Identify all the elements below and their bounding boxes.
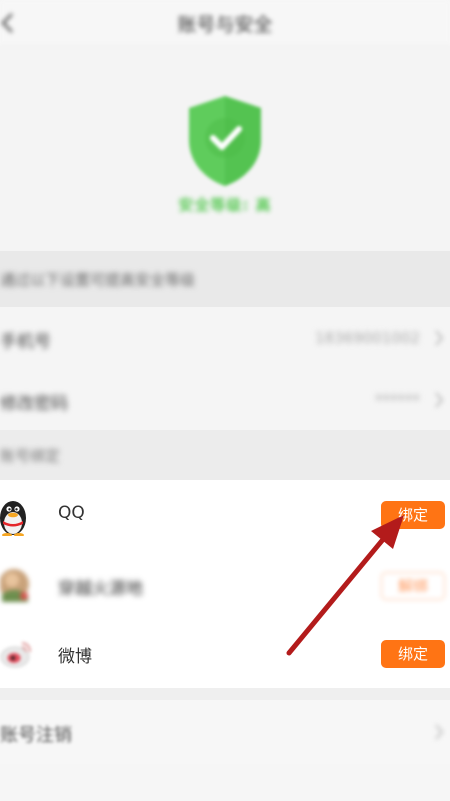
bind-weibo-button[interactable]: 绑定: [381, 640, 445, 668]
section-divider: [0, 688, 450, 700]
bind-qq-button[interactable]: 绑定: [381, 501, 445, 529]
game-account-label: 穿越火源地: [58, 579, 143, 599]
hint-bar: 通过以下设置可提高安全等级: [0, 251, 450, 307]
password-label: 修改密码: [0, 394, 68, 414]
unbind-game-button[interactable]: 解绑: [381, 572, 445, 600]
list-item-game: 穿越火源地 解绑: [0, 550, 450, 619]
security-status-panel: 安全等级: 高: [0, 47, 450, 251]
binding-section-label: 账号绑定: [0, 447, 61, 465]
qq-penguin-icon: [0, 501, 26, 536]
chevron-right-icon: [435, 724, 444, 740]
game-avatar-icon: [0, 569, 29, 602]
chevron-right-icon: [435, 392, 444, 408]
list-item-weibo: 微博 绑定: [0, 620, 450, 689]
binding-list: QQ 绑定 穿越火源地 解绑 微博 绑定: [0, 480, 450, 688]
phone-label: 手机号: [0, 332, 51, 352]
binding-section-header: 账号绑定: [0, 430, 450, 480]
list-item-qq: QQ 绑定: [0, 480, 450, 549]
account-cancel-row[interactable]: 账号注销: [0, 700, 450, 764]
weibo-icon: [0, 642, 31, 668]
phone-row[interactable]: 手机号 18369001002: [0, 307, 450, 370]
hint-text: 通过以下设置可提高安全等级: [0, 271, 196, 289]
phone-value: 18369001002: [315, 329, 420, 347]
nav-header: 账号与安全: [0, 0, 450, 47]
account-cancel-label: 账号注销: [0, 725, 72, 746]
password-value: ******: [375, 391, 420, 409]
page-title: 账号与安全: [177, 14, 273, 36]
weibo-label: 微博: [58, 647, 92, 667]
shield-check-icon: [189, 96, 261, 186]
qq-label: QQ: [58, 503, 85, 523]
security-level-text: 安全等级: 高: [178, 196, 272, 214]
chevron-right-icon: [435, 330, 444, 346]
password-row[interactable]: 修改密码 ******: [0, 369, 450, 432]
